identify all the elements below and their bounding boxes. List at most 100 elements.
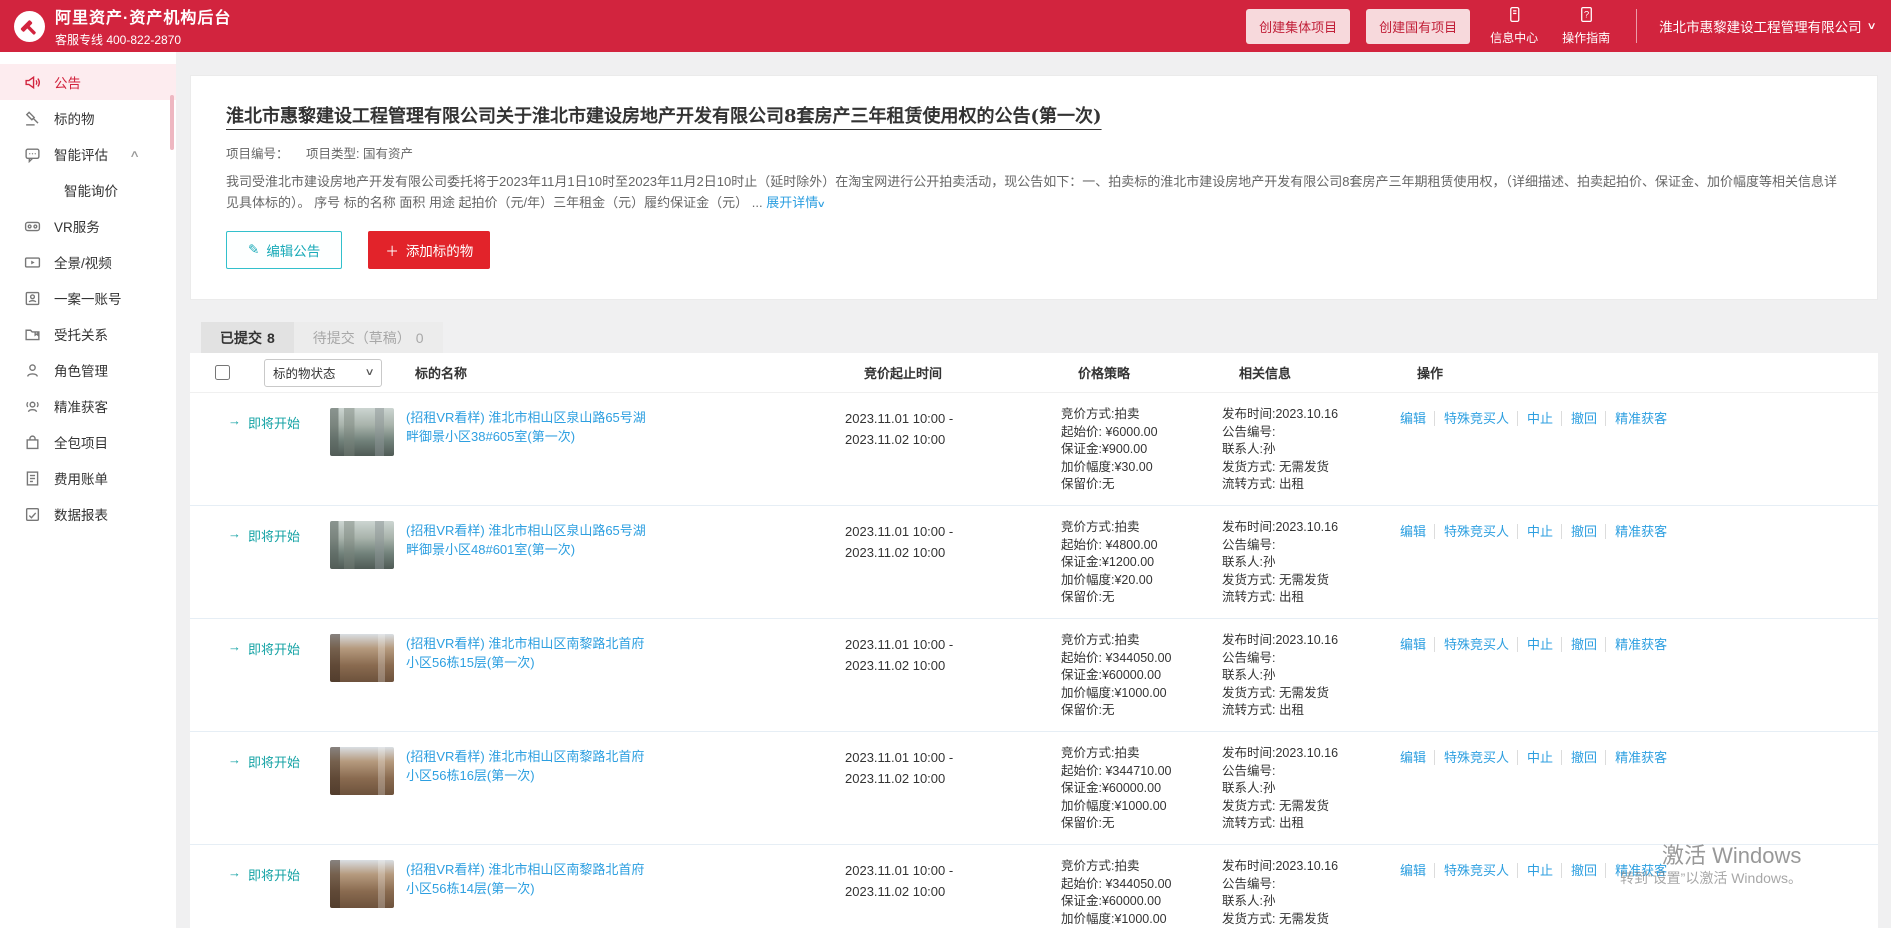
- suspend-link[interactable]: 中止: [1517, 863, 1553, 878]
- operation-guide[interactable]: ? 操作指南: [1562, 6, 1610, 46]
- sidebar-item-entrustment-relations[interactable]: 受托关系: [0, 316, 176, 352]
- gavel-icon: [24, 110, 41, 127]
- withdraw-link[interactable]: 撤回: [1561, 750, 1597, 765]
- sidebar-item-label: 公告: [54, 72, 81, 92]
- sidebar-item-expense-bills[interactable]: 费用账单: [0, 460, 176, 496]
- sidebar-item-label: VR服务: [54, 216, 100, 236]
- withdraw-link[interactable]: 撤回: [1561, 863, 1597, 878]
- sidebar-item-precision-marketing[interactable]: 精准获客: [0, 388, 176, 424]
- target-name-link[interactable]: (招租VR看样) 淮北市相山区南黎路北首府小区56栋14层(第一次): [406, 858, 656, 898]
- suspend-link[interactable]: 中止: [1517, 637, 1553, 652]
- price-line: 保证金:¥1200.00: [1061, 554, 1222, 572]
- target-status-filter-dropdown[interactable]: 标的物状态 ∨: [264, 359, 382, 387]
- create-collective-project-button[interactable]: 创建集体项目: [1246, 9, 1350, 44]
- withdraw-link[interactable]: 撤回: [1561, 411, 1597, 426]
- target-thumbnail[interactable]: [330, 521, 394, 569]
- pencil-icon: ✎: [248, 242, 259, 258]
- target-name-link[interactable]: (招租VR看样) 淮北市相山区南黎路北首府小区56栋15层(第一次): [406, 632, 656, 672]
- target-thumbnail[interactable]: [330, 860, 394, 908]
- edit-link[interactable]: 编辑: [1400, 411, 1426, 426]
- target-name-link[interactable]: (招租VR看样) 淮北市相山区泉山路65号湖畔御景小区38#605室(第一次): [406, 406, 656, 446]
- edit-link[interactable]: 编辑: [1400, 524, 1426, 539]
- sidebar-item-vr-service[interactable]: VR服务: [0, 208, 176, 244]
- header-actions: 创建集体项目 创建国有项目 信息中心 ? 操作指南: [1246, 6, 1891, 46]
- suspend-link[interactable]: 中止: [1517, 750, 1553, 765]
- sidebar-scrollbar-thumb[interactable]: [170, 95, 174, 150]
- precision-marketing-link[interactable]: 精准获客: [1605, 411, 1667, 426]
- chat-bubble-icon: [24, 146, 41, 163]
- suspend-link[interactable]: 中止: [1517, 411, 1553, 426]
- info-line: 发布时间:2023.10.16: [1222, 858, 1400, 876]
- add-target-button[interactable]: ＋ 添加标的物: [368, 231, 490, 269]
- header-titles: 阿里资产·资产机构后台 客服专线 400-822-2870: [55, 4, 231, 48]
- related-info: 发布时间:2023.10.16公告编号:联系人:孙发货方式: 无需发货流转方式:…: [1222, 858, 1400, 928]
- sidebar-item-label: 费用账单: [54, 468, 108, 488]
- special-bidder-link[interactable]: 特殊竞买人: [1434, 750, 1509, 765]
- special-bidder-link[interactable]: 特殊竞买人: [1434, 524, 1509, 539]
- withdraw-link[interactable]: 撤回: [1561, 524, 1597, 539]
- row-operations: 编辑特殊竞买人中止撤回精准获客: [1400, 406, 1878, 427]
- announcement-description: 我司受淮北市建设房地产开发有限公司委托将于2023年11月1日10时至2023年…: [226, 171, 1842, 214]
- target-thumbnail[interactable]: [330, 747, 394, 795]
- info-line: 流转方式: 出租: [1222, 589, 1400, 607]
- sidebar-item-label: 一案一账号: [54, 288, 122, 308]
- edit-announcement-button[interactable]: ✎ 编辑公告: [226, 231, 342, 269]
- sidebar-item-data-reports[interactable]: 数据报表: [0, 496, 176, 532]
- target-status: → 即将开始: [228, 519, 330, 545]
- price-line: 保证金:¥900.00: [1061, 441, 1222, 459]
- precision-marketing-link[interactable]: 精准获客: [1605, 637, 1667, 652]
- edit-link[interactable]: 编辑: [1400, 750, 1426, 765]
- sidebar-item-panorama-video[interactable]: 全景/视频: [0, 244, 176, 280]
- bidding-start-time: 2023.11.01 10:00 -: [845, 860, 1061, 881]
- target-status: → 即将开始: [228, 632, 330, 658]
- sidebar-item-one-case-one-account[interactable]: 一案一账号: [0, 280, 176, 316]
- price-line: 保证金:¥60000.00: [1061, 667, 1222, 685]
- info-line: 联系人:孙: [1222, 554, 1400, 572]
- sidebar-item-smart-inquiry[interactable]: 智能询价: [0, 172, 176, 208]
- sidebar-item-announcements[interactable]: 公告: [0, 64, 176, 100]
- company-name: 淮北市惠黎建设工程管理有限公司: [1659, 16, 1862, 36]
- select-all-checkbox[interactable]: [215, 365, 230, 380]
- sidebar-item-auction-targets[interactable]: 标的物: [0, 100, 176, 136]
- info-line: 发布时间:2023.10.16: [1222, 519, 1400, 537]
- expand-details-link[interactable]: 展开详情∨: [766, 195, 825, 210]
- column-header-operations: 操作: [1417, 363, 1878, 382]
- target-thumbnail[interactable]: [330, 634, 394, 682]
- precision-marketing-link[interactable]: 精准获客: [1605, 750, 1667, 765]
- bidding-time-range: 2023.11.01 10:00 - 2023.11.02 10:00: [845, 745, 1061, 789]
- target-name-link[interactable]: (招租VR看样) 淮北市相山区南黎路北首府小区56栋16层(第一次): [406, 745, 656, 785]
- edit-link[interactable]: 编辑: [1400, 637, 1426, 652]
- sidebar-item-full-package-projects[interactable]: 全包项目: [0, 424, 176, 460]
- tab-submitted[interactable]: 已提交 8: [201, 322, 294, 353]
- suspend-link[interactable]: 中止: [1517, 524, 1553, 539]
- special-bidder-link[interactable]: 特殊竞买人: [1434, 637, 1509, 652]
- tab-draft[interactable]: 待提交（草稿） 0: [294, 322, 443, 353]
- info-line: 联系人:孙: [1222, 667, 1400, 685]
- target-name-link[interactable]: (招租VR看样) 淮北市相山区泉山路65号湖畔御景小区48#601室(第一次): [406, 519, 656, 559]
- sidebar-item-smart-evaluation[interactable]: 智能评估 ∧: [0, 136, 176, 172]
- app-title: 阿里资产·资产机构后台: [55, 4, 231, 28]
- precision-marketing-link[interactable]: 精准获客: [1605, 524, 1667, 539]
- operation-guide-icon: ?: [1578, 6, 1595, 26]
- sidebar-item-role-management[interactable]: 角色管理: [0, 352, 176, 388]
- table-body: → 即将开始 (招租VR看样) 淮北市相山区泉山路65号湖畔御景小区38#605…: [190, 393, 1878, 928]
- related-info: 发布时间:2023.10.16公告编号:联系人:孙发货方式: 无需发货流转方式:…: [1222, 745, 1400, 833]
- special-bidder-link[interactable]: 特殊竞买人: [1434, 411, 1509, 426]
- info-line: 公告编号:: [1222, 424, 1400, 442]
- info-line: 发货方式: 无需发货: [1222, 459, 1400, 477]
- announcement-description-text: 我司受淮北市建设房地产开发有限公司委托将于2023年11月1日10时至2023年…: [226, 174, 1837, 210]
- message-center[interactable]: 信息中心: [1490, 6, 1538, 46]
- info-line: 流转方式: 出租: [1222, 815, 1400, 833]
- target-thumbnail[interactable]: [330, 408, 394, 456]
- add-target-label: 添加标的物: [406, 240, 474, 260]
- price-line: 竞价方式:拍卖: [1061, 745, 1222, 763]
- app-header: 阿里资产·资产机构后台 客服专线 400-822-2870 创建集体项目 创建国…: [0, 0, 1891, 52]
- table-row: → 即将开始 (招租VR看样) 淮北市相山区泉山路65号湖畔御景小区48#601…: [190, 506, 1878, 619]
- special-bidder-link[interactable]: 特殊竞买人: [1434, 863, 1509, 878]
- company-account-dropdown[interactable]: 淮北市惠黎建设工程管理有限公司 ∨: [1659, 16, 1875, 36]
- service-hotline: 客服专线 400-822-2870: [55, 31, 231, 48]
- edit-link[interactable]: 编辑: [1400, 863, 1426, 878]
- create-state-owned-project-button[interactable]: 创建国有项目: [1366, 9, 1470, 44]
- bidding-start-time: 2023.11.01 10:00 -: [845, 747, 1061, 768]
- withdraw-link[interactable]: 撤回: [1561, 637, 1597, 652]
